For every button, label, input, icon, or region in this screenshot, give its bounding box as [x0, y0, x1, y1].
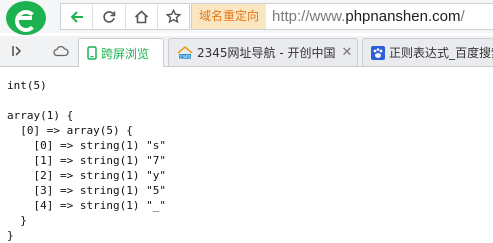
home-button[interactable]	[126, 4, 158, 29]
output-line: }	[7, 229, 14, 242]
url-path: /	[460, 8, 465, 25]
output-line: array(1) {	[7, 109, 74, 122]
output-line: [2] => string(1) "y"	[7, 169, 166, 182]
url-host: phpnanshen.com	[345, 8, 461, 25]
refresh-button[interactable]	[93, 4, 126, 29]
url-text[interactable]: http://www.phpnanshen.com/	[272, 4, 465, 29]
output-line: [1] => string(1) "7"	[7, 154, 166, 167]
output-line: [4] => string(1) "_"	[7, 199, 166, 212]
close-icon[interactable]: ✕	[342, 45, 353, 60]
domain-redirect-badge[interactable]: 域名重定向	[192, 4, 266, 29]
tab-strip: 跨屏浏览 2345 2345网址导航 - 开创中国 ✕ 正则表达式_百度搜索	[0, 36, 493, 67]
navigation-buttons	[60, 3, 190, 30]
output-line: }	[7, 214, 27, 227]
back-arrow-icon	[70, 10, 84, 24]
refresh-icon	[102, 10, 116, 24]
favorite-button[interactable]	[158, 4, 189, 29]
home-icon	[134, 9, 149, 24]
url-scheme: http://www.	[272, 8, 346, 25]
star-icon	[165, 9, 181, 24]
browser-logo-icon[interactable]	[6, 1, 46, 35]
tab-baidu[interactable]: 正则表达式_百度搜索	[362, 38, 493, 66]
sidebar-toggle-button[interactable]	[4, 36, 30, 66]
output-line: [0] => string(1) "s"	[7, 139, 166, 152]
browser-toolbar: 域名重定向 http://www.phpnanshen.com/	[0, 0, 493, 35]
tab-label: 2345网址导航 - 开创中国	[197, 46, 336, 60]
sidebar-toggle-icon	[11, 42, 23, 61]
cloud-button[interactable]	[48, 36, 74, 66]
baidu-paw-icon	[371, 45, 385, 60]
2345-favicon: 2345	[177, 45, 193, 60]
tab-cross-screen[interactable]: 跨屏浏览	[78, 38, 164, 67]
tab-2345[interactable]: 2345 2345网址导航 - 开创中国 ✕	[168, 38, 358, 66]
phone-icon	[87, 46, 97, 60]
svg-text:2345: 2345	[179, 54, 191, 60]
page-content: int(5) array(1) { [0] => array(5) { [0] …	[0, 67, 493, 242]
address-bar[interactable]: 域名重定向 http://www.phpnanshen.com/	[191, 3, 493, 30]
tab-label: 跨屏浏览	[101, 46, 150, 61]
var-dump-output: int(5) array(1) { [0] => array(5) { [0] …	[7, 78, 166, 243]
output-line: int(5)	[7, 79, 47, 92]
back-button[interactable]	[61, 4, 94, 29]
output-line: [0] => array(5) {	[7, 124, 133, 137]
tab-label: 正则表达式_百度搜索	[389, 46, 493, 60]
cloud-icon	[53, 42, 69, 61]
output-line: [3] => string(1) "5"	[7, 184, 166, 197]
